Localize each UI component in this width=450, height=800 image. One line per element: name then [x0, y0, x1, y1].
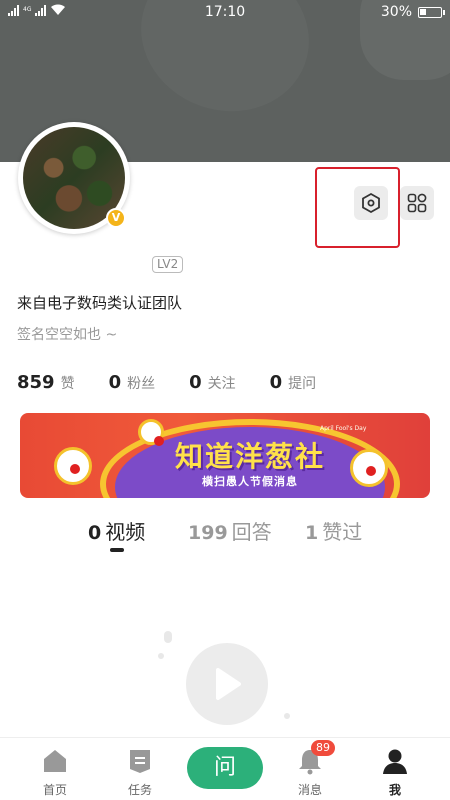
- verified-badge: V: [106, 208, 126, 228]
- promo-banner[interactable]: April Fool's Day 知道洋葱社 横扫愚人节假消息: [20, 413, 430, 498]
- battery-percent: 30%: [380, 4, 412, 20]
- stat-number: 859: [17, 372, 55, 393]
- nav-tasks-label: 任务: [127, 783, 152, 797]
- stat-label: 提问: [288, 376, 317, 392]
- tab-videos[interactable]: 0 视频: [88, 516, 145, 545]
- stat-likes: 859 赞: [17, 372, 75, 393]
- nav-messages-label: 消息: [297, 783, 322, 797]
- nav-tasks[interactable]: 任务: [110, 746, 170, 798]
- hexagon-settings-icon: [362, 192, 380, 214]
- tab-label: 视频: [105, 520, 146, 544]
- home-icon: [44, 750, 66, 772]
- stat-label: 关注: [207, 376, 236, 392]
- tab-active-indicator: [110, 548, 124, 552]
- stat-questions[interactable]: 0 提问: [270, 372, 317, 393]
- profile-page: 4G 17:10 30% V LV2 来自电子数码类认证团队 签名空空如也 ~: [0, 0, 450, 800]
- stat-label: 粉丝: [127, 376, 156, 392]
- content-tabs: 0 视频 199 回答 1 赞过: [0, 516, 450, 556]
- nav-me-label: 我: [388, 783, 401, 797]
- stat-following[interactable]: 0 关注: [189, 372, 236, 393]
- stat-number: 0: [269, 372, 283, 393]
- nav-home-label: 首页: [42, 783, 67, 797]
- team-label: 来自电子数码类认证团队: [17, 294, 183, 312]
- signature-text[interactable]: 签名空空如也 ~: [17, 324, 117, 344]
- banner-title: 知道洋葱社: [174, 440, 325, 473]
- stat-followers[interactable]: 0 粉丝: [109, 372, 156, 393]
- battery-icon: [418, 6, 445, 18]
- banner-english-text: April Fool's Day: [320, 425, 367, 432]
- apps-button[interactable]: [400, 186, 434, 220]
- settings-button[interactable]: [354, 186, 388, 220]
- empty-state-illustration: [150, 625, 300, 745]
- nav-me[interactable]: 我: [365, 746, 425, 798]
- ask-button[interactable]: 问: [187, 747, 263, 789]
- tab-label: 回答: [231, 520, 272, 544]
- nav-home[interactable]: 首页: [25, 746, 85, 798]
- tab-count: 0: [88, 522, 102, 544]
- tab-liked[interactable]: 1 赞过: [305, 516, 362, 545]
- tab-count: 199: [188, 522, 228, 544]
- banner-subtitle: 横扫愚人节假消息: [202, 475, 298, 488]
- stat-number: 0: [189, 372, 202, 393]
- tab-answers[interactable]: 199 回答: [188, 516, 272, 545]
- play-icon: [186, 643, 268, 725]
- tab-label: 赞过: [322, 520, 363, 544]
- level-badge: LV2: [152, 256, 184, 273]
- messages-badge: 89: [311, 740, 335, 756]
- grid-apps-icon: [407, 193, 427, 213]
- status-bar: 4G 17:10 30%: [0, 0, 450, 24]
- stat-number: 0: [108, 372, 122, 393]
- stat-label: 赞: [60, 376, 75, 392]
- profile-stats: 859 赞 0 粉丝 0 关注 0 提问: [17, 372, 350, 393]
- task-icon: [130, 750, 150, 773]
- tab-count: 1: [305, 522, 319, 544]
- user-icon: [383, 749, 407, 774]
- clown-icon: [54, 447, 92, 485]
